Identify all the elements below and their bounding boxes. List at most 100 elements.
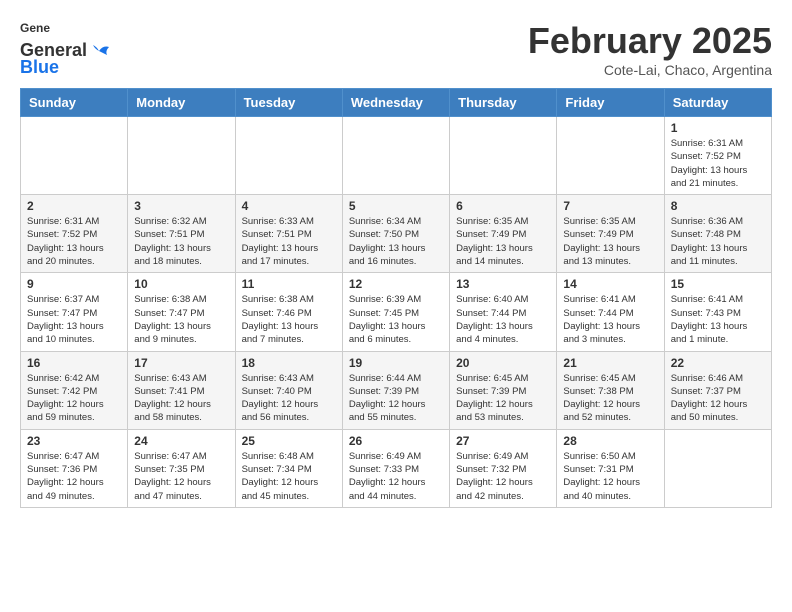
day-info: Sunrise: 6:48 AM Sunset: 7:34 PM Dayligh…: [242, 450, 336, 503]
calendar-cell: [450, 117, 557, 195]
calendar-week-3: 9 Sunrise: 6:37 AM Sunset: 7:47 PM Daylig…: [21, 273, 772, 351]
day-number: 14: [563, 277, 657, 291]
day-number: 28: [563, 434, 657, 448]
day-info: Sunrise: 6:47 AM Sunset: 7:36 PM Dayligh…: [27, 450, 121, 503]
day-number: 17: [134, 356, 228, 370]
calendar-cell: 24 Sunrise: 6:47 AM Sunset: 7:35 PM Dayli…: [128, 429, 235, 507]
day-number: 11: [242, 277, 336, 291]
calendar-cell: 3Sunrise: 6:32 AM Sunset: 7:51 PM Daylig…: [128, 195, 235, 273]
day-info: Sunrise: 6:34 AM Sunset: 7:50 PM Dayligh…: [349, 215, 443, 268]
calendar-cell: 17Sunrise: 6:43 AM Sunset: 7:41 PM Dayli…: [128, 351, 235, 429]
calendar-cell: 11 Sunrise: 6:38 AM Sunset: 7:46 PM Dayli…: [235, 273, 342, 351]
calendar-cell: [557, 117, 664, 195]
col-header-tuesday: Tuesday: [235, 89, 342, 117]
day-info: Sunrise: 6:38 AM Sunset: 7:47 PM Dayligh…: [134, 293, 228, 346]
calendar-cell: 4 Sunrise: 6:33 AM Sunset: 7:51 PM Daylig…: [235, 195, 342, 273]
calendar-cell: 10 Sunrise: 6:38 AM Sunset: 7:47 PM Dayli…: [128, 273, 235, 351]
calendar-cell: [235, 117, 342, 195]
logo-blue: Blue: [20, 57, 59, 78]
day-number: 22: [671, 356, 765, 370]
calendar-cell: 22 Sunrise: 6:46 AM Sunset: 7:37 PM Dayli…: [664, 351, 771, 429]
day-number: 19: [349, 356, 443, 370]
page-header: General General Blue February 2025 Cote-…: [20, 20, 772, 78]
day-number: 8: [671, 199, 765, 213]
calendar-cell: 27 Sunrise: 6:49 AM Sunset: 7:32 PM Dayli…: [450, 429, 557, 507]
day-info: Sunrise: 6:31 AM Sunset: 7:52 PM Dayligh…: [27, 215, 121, 268]
day-info: Sunrise: 6:33 AM Sunset: 7:51 PM Dayligh…: [242, 215, 336, 268]
day-info: Sunrise: 6:41 AM Sunset: 7:43 PM Dayligh…: [671, 293, 765, 346]
logo-bird-icon: [89, 43, 111, 59]
calendar-cell: 20Sunrise: 6:45 AM Sunset: 7:39 PM Dayli…: [450, 351, 557, 429]
day-info: Sunrise: 6:44 AM Sunset: 7:39 PM Dayligh…: [349, 372, 443, 425]
calendar-cell: 26 Sunrise: 6:49 AM Sunset: 7:33 PM Dayli…: [342, 429, 449, 507]
day-info: Sunrise: 6:35 AM Sunset: 7:49 PM Dayligh…: [456, 215, 550, 268]
calendar-cell: 28 Sunrise: 6:50 AM Sunset: 7:31 PM Dayli…: [557, 429, 664, 507]
month-title: February 2025: [528, 20, 772, 62]
calendar-week-2: 2 Sunrise: 6:31 AM Sunset: 7:52 PM Daylig…: [21, 195, 772, 273]
col-header-monday: Monday: [128, 89, 235, 117]
day-info: Sunrise: 6:35 AM Sunset: 7:49 PM Dayligh…: [563, 215, 657, 268]
calendar-week-5: 23 Sunrise: 6:47 AM Sunset: 7:36 PM Dayli…: [21, 429, 772, 507]
col-header-friday: Friday: [557, 89, 664, 117]
logo: General General Blue: [20, 20, 111, 78]
day-number: 25: [242, 434, 336, 448]
day-info: Sunrise: 6:43 AM Sunset: 7:40 PM Dayligh…: [242, 372, 336, 425]
day-info: Sunrise: 6:50 AM Sunset: 7:31 PM Dayligh…: [563, 450, 657, 503]
day-number: 7: [563, 199, 657, 213]
day-info: Sunrise: 6:45 AM Sunset: 7:38 PM Dayligh…: [563, 372, 657, 425]
day-number: 16: [27, 356, 121, 370]
day-info: Sunrise: 6:47 AM Sunset: 7:35 PM Dayligh…: [134, 450, 228, 503]
calendar-cell: 7 Sunrise: 6:35 AM Sunset: 7:49 PM Daylig…: [557, 195, 664, 273]
day-number: 10: [134, 277, 228, 291]
calendar-cell: 2 Sunrise: 6:31 AM Sunset: 7:52 PM Daylig…: [21, 195, 128, 273]
day-info: Sunrise: 6:39 AM Sunset: 7:45 PM Dayligh…: [349, 293, 443, 346]
location-subtitle: Cote-Lai, Chaco, Argentina: [528, 62, 772, 78]
calendar-cell: 9 Sunrise: 6:37 AM Sunset: 7:47 PM Daylig…: [21, 273, 128, 351]
col-header-wednesday: Wednesday: [342, 89, 449, 117]
calendar-cell: 18Sunrise: 6:43 AM Sunset: 7:40 PM Dayli…: [235, 351, 342, 429]
day-info: Sunrise: 6:38 AM Sunset: 7:46 PM Dayligh…: [242, 293, 336, 346]
calendar-cell: 19 Sunrise: 6:44 AM Sunset: 7:39 PM Dayli…: [342, 351, 449, 429]
calendar-week-4: 16 Sunrise: 6:42 AM Sunset: 7:42 PM Dayli…: [21, 351, 772, 429]
logo-icon: General: [20, 20, 50, 38]
day-number: 1: [671, 121, 765, 135]
calendar-cell: 23 Sunrise: 6:47 AM Sunset: 7:36 PM Dayli…: [21, 429, 128, 507]
day-number: 23: [27, 434, 121, 448]
calendar-cell: 14Sunrise: 6:41 AM Sunset: 7:44 PM Dayli…: [557, 273, 664, 351]
calendar-cell: 15 Sunrise: 6:41 AM Sunset: 7:43 PM Dayli…: [664, 273, 771, 351]
day-info: Sunrise: 6:32 AM Sunset: 7:51 PM Dayligh…: [134, 215, 228, 268]
calendar-cell: 16 Sunrise: 6:42 AM Sunset: 7:42 PM Dayli…: [21, 351, 128, 429]
day-info: Sunrise: 6:31 AM Sunset: 7:52 PM Dayligh…: [671, 137, 765, 190]
calendar-cell: 25 Sunrise: 6:48 AM Sunset: 7:34 PM Dayli…: [235, 429, 342, 507]
calendar-cell: [664, 429, 771, 507]
day-info: Sunrise: 6:42 AM Sunset: 7:42 PM Dayligh…: [27, 372, 121, 425]
calendar-week-1: 1 Sunrise: 6:31 AM Sunset: 7:52 PM Daylig…: [21, 117, 772, 195]
day-number: 26: [349, 434, 443, 448]
day-number: 9: [27, 277, 121, 291]
col-header-sunday: Sunday: [21, 89, 128, 117]
calendar-cell: [342, 117, 449, 195]
calendar-cell: 12Sunrise: 6:39 AM Sunset: 7:45 PM Dayli…: [342, 273, 449, 351]
calendar-header-row: SundayMondayTuesdayWednesdayThursdayFrid…: [21, 89, 772, 117]
day-info: Sunrise: 6:49 AM Sunset: 7:33 PM Dayligh…: [349, 450, 443, 503]
day-number: 24: [134, 434, 228, 448]
calendar-cell: 21Sunrise: 6:45 AM Sunset: 7:38 PM Dayli…: [557, 351, 664, 429]
svg-text:General: General: [20, 21, 50, 35]
calendar-cell: 13 Sunrise: 6:40 AM Sunset: 7:44 PM Dayli…: [450, 273, 557, 351]
day-info: Sunrise: 6:36 AM Sunset: 7:48 PM Dayligh…: [671, 215, 765, 268]
day-info: Sunrise: 6:49 AM Sunset: 7:32 PM Dayligh…: [456, 450, 550, 503]
day-info: Sunrise: 6:46 AM Sunset: 7:37 PM Dayligh…: [671, 372, 765, 425]
day-number: 13: [456, 277, 550, 291]
day-number: 20: [456, 356, 550, 370]
col-header-saturday: Saturday: [664, 89, 771, 117]
day-number: 2: [27, 199, 121, 213]
calendar-table: SundayMondayTuesdayWednesdayThursdayFrid…: [20, 88, 772, 508]
day-number: 4: [242, 199, 336, 213]
calendar-cell: 1 Sunrise: 6:31 AM Sunset: 7:52 PM Daylig…: [664, 117, 771, 195]
calendar-cell: [128, 117, 235, 195]
col-header-thursday: Thursday: [450, 89, 557, 117]
day-number: 27: [456, 434, 550, 448]
day-number: 15: [671, 277, 765, 291]
day-info: Sunrise: 6:40 AM Sunset: 7:44 PM Dayligh…: [456, 293, 550, 346]
day-info: Sunrise: 6:37 AM Sunset: 7:47 PM Dayligh…: [27, 293, 121, 346]
